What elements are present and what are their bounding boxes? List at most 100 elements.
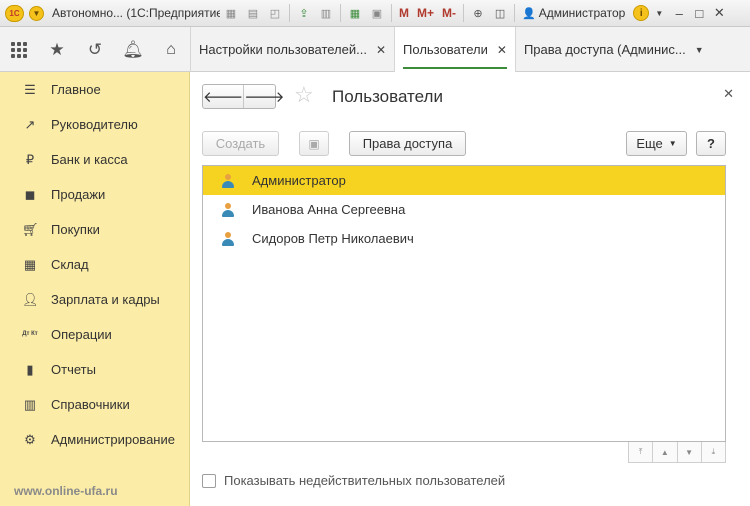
sidebar-item-label: Покупки [51,222,100,237]
sidebar-item-operations[interactable]: Дт Кт Операции [0,317,189,352]
sidebar-item-label: Главное [51,82,101,97]
sidebar-item-label: Администрирование [51,432,175,447]
close-tab-icon[interactable]: ✕ [497,43,507,57]
user-name: Сидоров Петр Николаевич [252,231,414,246]
history-icon[interactable]: ↺ [76,27,114,72]
watermark: www.online-ufa.ru [14,484,118,498]
close-window-icon[interactable]: ✕ [709,3,729,23]
maximize-icon[interactable]: □ [689,3,709,23]
zoom-icon[interactable]: ⊕ [469,4,487,22]
forward-arrow-icon[interactable]: 🡒 [243,85,284,108]
tab-label: Пользователи [403,42,488,57]
current-user[interactable]: Администратор [539,6,626,20]
back-arrow-icon[interactable]: 🡐 [203,85,243,108]
list-item[interactable]: Иванова Анна Сергеевна [203,195,725,224]
scroll-down-icon[interactable]: ▼ [676,442,702,463]
sidebar-item-purchases[interactable]: 🛒︎ Покупки [0,212,189,247]
checkbox-box[interactable] [202,473,216,488]
home-icon[interactable]: ⌂ [152,27,190,72]
page-title: Пользователи [332,87,443,106]
minimize-icon[interactable]: – [669,3,689,23]
chevron-down-icon: ▼ [668,139,677,148]
panel-layout-icon[interactable]: ◫ [491,4,509,22]
tab-user-settings[interactable]: Настройки пользователей... ✕ [190,27,394,72]
window-dropdown-icon[interactable]: ▼ [649,3,669,23]
window-title: Автономно... (1С:Предприятие) [52,6,220,20]
memory-plus-button[interactable]: M+ [417,6,434,20]
tab-list-dropdown-icon[interactable]: ▼ [695,45,704,55]
calendar-icon[interactable]: ▣ [368,4,386,22]
bar-chart-icon: ▮ [26,361,34,377]
user-name: Администратор [252,173,346,188]
show-invalid-users-checkbox[interactable]: Показывать недействительных пользователе… [202,473,505,488]
list-scroll-buttons: ⤒ ▲ ▼ ⤓ [628,442,726,463]
user-icon [221,173,235,188]
menu-lines-icon: ☰ [24,81,36,97]
sidebar-item-administration[interactable]: ⚙ Администрирование [0,422,189,457]
sections-panel: ☰ Главное ↗ Руководителю ₽ Банк и касса … [0,72,190,506]
sidebar-item-manager[interactable]: ↗ Руководителю [0,107,189,142]
upload-icon[interactable]: ⇪ [295,4,313,22]
list-item[interactable]: Администратор [203,166,725,195]
sidebar-item-warehouse[interactable]: ▦ Склад [0,247,189,282]
tab-bar: ★ ↺ 🔔︎ ⌂ Настройки пользователей... ✕ По… [0,27,750,72]
preview-icon[interactable]: ◰ [266,4,284,22]
info-icon[interactable]: i [633,5,650,21]
list-item[interactable]: Сидоров Петр Николаевич [203,224,725,253]
close-tab-icon[interactable]: ✕ [376,43,386,57]
more-button[interactable]: Еще ▼ [626,131,687,156]
scroll-up-icon[interactable]: ▲ [652,442,678,463]
save-icon[interactable]: ▦ [222,4,240,22]
tab-access-rights[interactable]: Права доступа (Админис... ▼ [514,27,712,72]
print-icon[interactable]: ▤ [244,4,262,22]
sidebar-item-directories[interactable]: ▥ Справочники [0,387,189,422]
warehouse-grid-icon: ▦ [23,256,37,272]
sidebar-item-label: Банк и касса [51,152,128,167]
app-logo-icon[interactable]: 1С [5,4,24,22]
tab-label: Права доступа (Админис... [523,42,686,57]
main-menu-dropdown-icon[interactable]: ▼ [29,5,44,21]
cart-icon: 🛒︎ [22,221,39,237]
ruble-coin-icon: ₽ [25,151,35,167]
gear-icon: ⚙ [24,431,36,447]
access-rights-button[interactable]: Права доступа [349,131,466,156]
favorites-icon[interactable]: ★ [38,27,76,72]
memory-m-button[interactable]: M [399,6,409,20]
sidebar-item-label: Зарплата и кадры [51,292,160,307]
sidebar-item-salary[interactable]: 👤︎ Зарплата и кадры [0,282,189,317]
title-bar: 1С ▼ Автономно... (1С:Предприятие) ▦ ▤ ◰… [0,0,750,27]
calculator-icon[interactable]: ▦ [346,4,364,22]
notifications-bell-icon[interactable]: 🔔︎ [114,27,152,72]
sidebar-item-bank[interactable]: ₽ Банк и касса [0,142,189,177]
memory-minus-button[interactable]: M- [442,6,456,20]
trend-up-icon: ↗ [24,116,36,132]
copy-button[interactable]: ▣ [299,131,329,156]
sidebar-item-label: Склад [51,257,89,272]
copy-document-icon: ▣ [308,136,320,151]
sidebar-item-label: Отчеты [51,362,96,377]
person-icon: 👤︎ [22,291,39,307]
sidebar-item-main[interactable]: ☰ Главное [0,72,189,107]
document-icon[interactable]: ▥ [317,4,335,22]
tab-users[interactable]: Пользователи ✕ [394,27,515,72]
more-label: Еще [636,136,663,151]
close-form-icon[interactable]: ✕ [723,86,734,102]
users-form: 🡐 🡒 ☆ Пользователи ✕ Создать ▣ Права дос… [191,72,750,506]
user-icon [221,231,235,246]
sidebar-item-sales[interactable]: ◼ Продажи [0,177,189,212]
shopping-bag-icon: ◼ [24,186,36,202]
users-list[interactable]: Администратор Иванова Анна Сергеевна Сид… [202,165,726,442]
sidebar-item-label: Операции [51,327,112,342]
debit-credit-icon: Дт Кт [22,331,38,337]
scroll-to-top-icon[interactable]: ⤒ [628,442,654,463]
sidebar-item-reports[interactable]: ▮ Отчеты [0,352,189,387]
create-button[interactable]: Создать [202,131,279,156]
navigation-buttons: 🡐 🡒 [202,84,284,109]
add-to-favorites-star-icon[interactable]: ☆ [294,82,314,108]
scroll-to-bottom-icon[interactable]: ⤓ [700,442,726,463]
help-button[interactable]: ? [696,131,726,156]
all-functions-icon[interactable] [0,27,38,72]
sidebar-item-label: Продажи [51,187,106,202]
tab-label: Настройки пользователей... [199,42,367,57]
user-name: Иванова Анна Сергеевна [252,202,406,217]
